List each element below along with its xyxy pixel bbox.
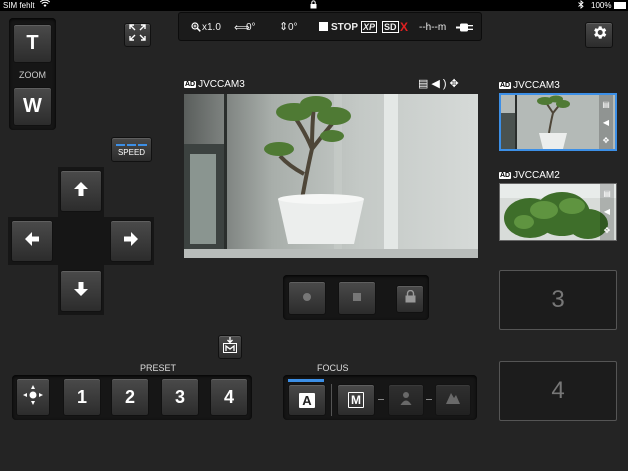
arrow-down-icon <box>73 281 89 302</box>
record-icon <box>302 289 312 307</box>
main-camera-view[interactable] <box>184 94 478 258</box>
film-icon: ▤ <box>603 188 611 198</box>
zoom-wide-button[interactable]: W <box>13 87 52 126</box>
camera-1-thumbnail[interactable]: ▤ ◀ ✥ <box>499 93 617 151</box>
tilt-icon: ⇕ <box>279 21 289 33</box>
lock-icon <box>310 0 317 12</box>
arrow-up-icon <box>73 181 89 202</box>
focus-auto-label: A <box>299 392 315 408</box>
padlock-icon <box>405 289 416 308</box>
speaker-icon: ◀) <box>431 78 450 90</box>
pan-left-button[interactable] <box>11 220 53 262</box>
focus-far-button[interactable] <box>435 384 471 416</box>
ad-badge: AD <box>184 81 197 88</box>
person-icon <box>400 391 412 410</box>
ad-badge: AD <box>499 172 512 179</box>
speed-label: SPEED <box>117 148 146 157</box>
focus-manual-button[interactable]: M <box>337 384 375 416</box>
zoom-tele-button[interactable]: T <box>13 24 52 63</box>
focus-active-indicator <box>288 379 324 382</box>
focus-auto-button[interactable]: A <box>288 384 326 416</box>
focus-label: FOCUS <box>317 363 349 373</box>
tilt-value: 0° <box>288 22 298 33</box>
camera-slot-4[interactable]: 4 <box>499 361 617 421</box>
sd-card-badge: SD <box>382 21 399 33</box>
speed-button[interactable]: SPEED <box>111 137 152 162</box>
speed-level-indicator <box>116 144 147 146</box>
camera-status-panel: x1.0 ⟺ 0° ⇕ 0° STOP XP SD X --h--m <box>178 12 482 41</box>
remaining-time: --h--m <box>419 22 447 33</box>
main-camera-name: JVCCAM3 <box>198 79 245 90</box>
zoom-value: x1.0 <box>202 22 221 33</box>
quality-badge: XP <box>361 21 378 33</box>
film-icon: ▤ <box>418 78 432 90</box>
bluetooth-icon <box>578 0 584 12</box>
camera-1-title: AD JVCCAM3 <box>499 80 560 91</box>
arrow-right-icon <box>123 231 139 252</box>
record-status: STOP <box>331 22 359 33</box>
camera-2-icons: ▤ ◀ ✥ <box>600 184 614 240</box>
battery-percent: 100% <box>591 1 612 10</box>
gear-icon <box>591 24 608 46</box>
ad-badge: AD <box>499 82 512 89</box>
settings-button[interactable] <box>585 22 613 48</box>
wifi-icon <box>39 0 51 11</box>
focus-divider <box>331 384 332 416</box>
stop-button[interactable] <box>338 281 376 315</box>
preset-4-button[interactable]: 4 <box>210 378 248 416</box>
stop-indicator-icon <box>319 22 328 31</box>
memory-save-icon <box>222 336 238 358</box>
camera-slot-3[interactable]: 3 <box>499 270 617 330</box>
main-camera-title: AD JVCCAM3 <box>184 79 245 90</box>
track-to-center-button[interactable] <box>16 378 50 416</box>
record-button[interactable] <box>288 281 326 315</box>
preset-label: PRESET <box>140 363 177 373</box>
focus-near-button[interactable] <box>388 384 424 416</box>
lock-button[interactable] <box>396 285 424 313</box>
sd-error-mark: X <box>400 20 409 34</box>
tilt-down-button[interactable] <box>60 270 102 312</box>
power-plug-icon <box>456 23 476 35</box>
film-icon: ▤ <box>602 99 610 109</box>
pan-tilt-icon: ✥ <box>602 135 610 145</box>
preset-2-button[interactable]: 2 <box>111 378 149 416</box>
pan-tilt-icon: ✥ <box>449 78 462 90</box>
arrow-left-icon <box>24 231 40 252</box>
camera-2-name: JVCCAM2 <box>513 170 560 181</box>
speaker-icon: ◀ <box>603 207 611 217</box>
pan-right-button[interactable] <box>110 220 152 262</box>
pan-tilt-icon: ✥ <box>603 226 611 236</box>
speaker-icon: ◀ <box>602 117 610 127</box>
crosshair-icon <box>23 384 43 410</box>
stop-icon <box>352 289 362 307</box>
preset-1-button[interactable]: 1 <box>63 378 101 416</box>
main-camera-icons: ▤◀)✥ <box>418 77 462 90</box>
battery-icon <box>614 2 626 9</box>
camera-2-title: AD JVCCAM2 <box>499 170 560 181</box>
focus-manual-label: M <box>348 392 364 408</box>
zoom-label: ZOOM <box>19 70 46 80</box>
focus-separator <box>378 399 384 400</box>
save-preset-button[interactable] <box>218 335 242 359</box>
ios-status-bar: SIM fehlt 100% <box>0 0 628 11</box>
focus-separator <box>426 399 432 400</box>
tilt-up-button[interactable] <box>60 170 102 212</box>
camera-1-icons: ▤ ◀ ✥ <box>599 95 613 149</box>
expand-icon <box>129 24 146 46</box>
camera-2-thumbnail[interactable]: ▤ ◀ ✥ <box>499 183 617 241</box>
preset-3-button[interactable]: 3 <box>161 378 199 416</box>
carrier-label: SIM fehlt <box>3 1 35 10</box>
fullscreen-button[interactable] <box>124 23 151 47</box>
camera-1-name: JVCCAM3 <box>513 80 560 91</box>
zoom-magnifier-icon <box>191 22 201 35</box>
mountain-icon <box>446 391 460 409</box>
pan-value: 0° <box>246 22 256 33</box>
